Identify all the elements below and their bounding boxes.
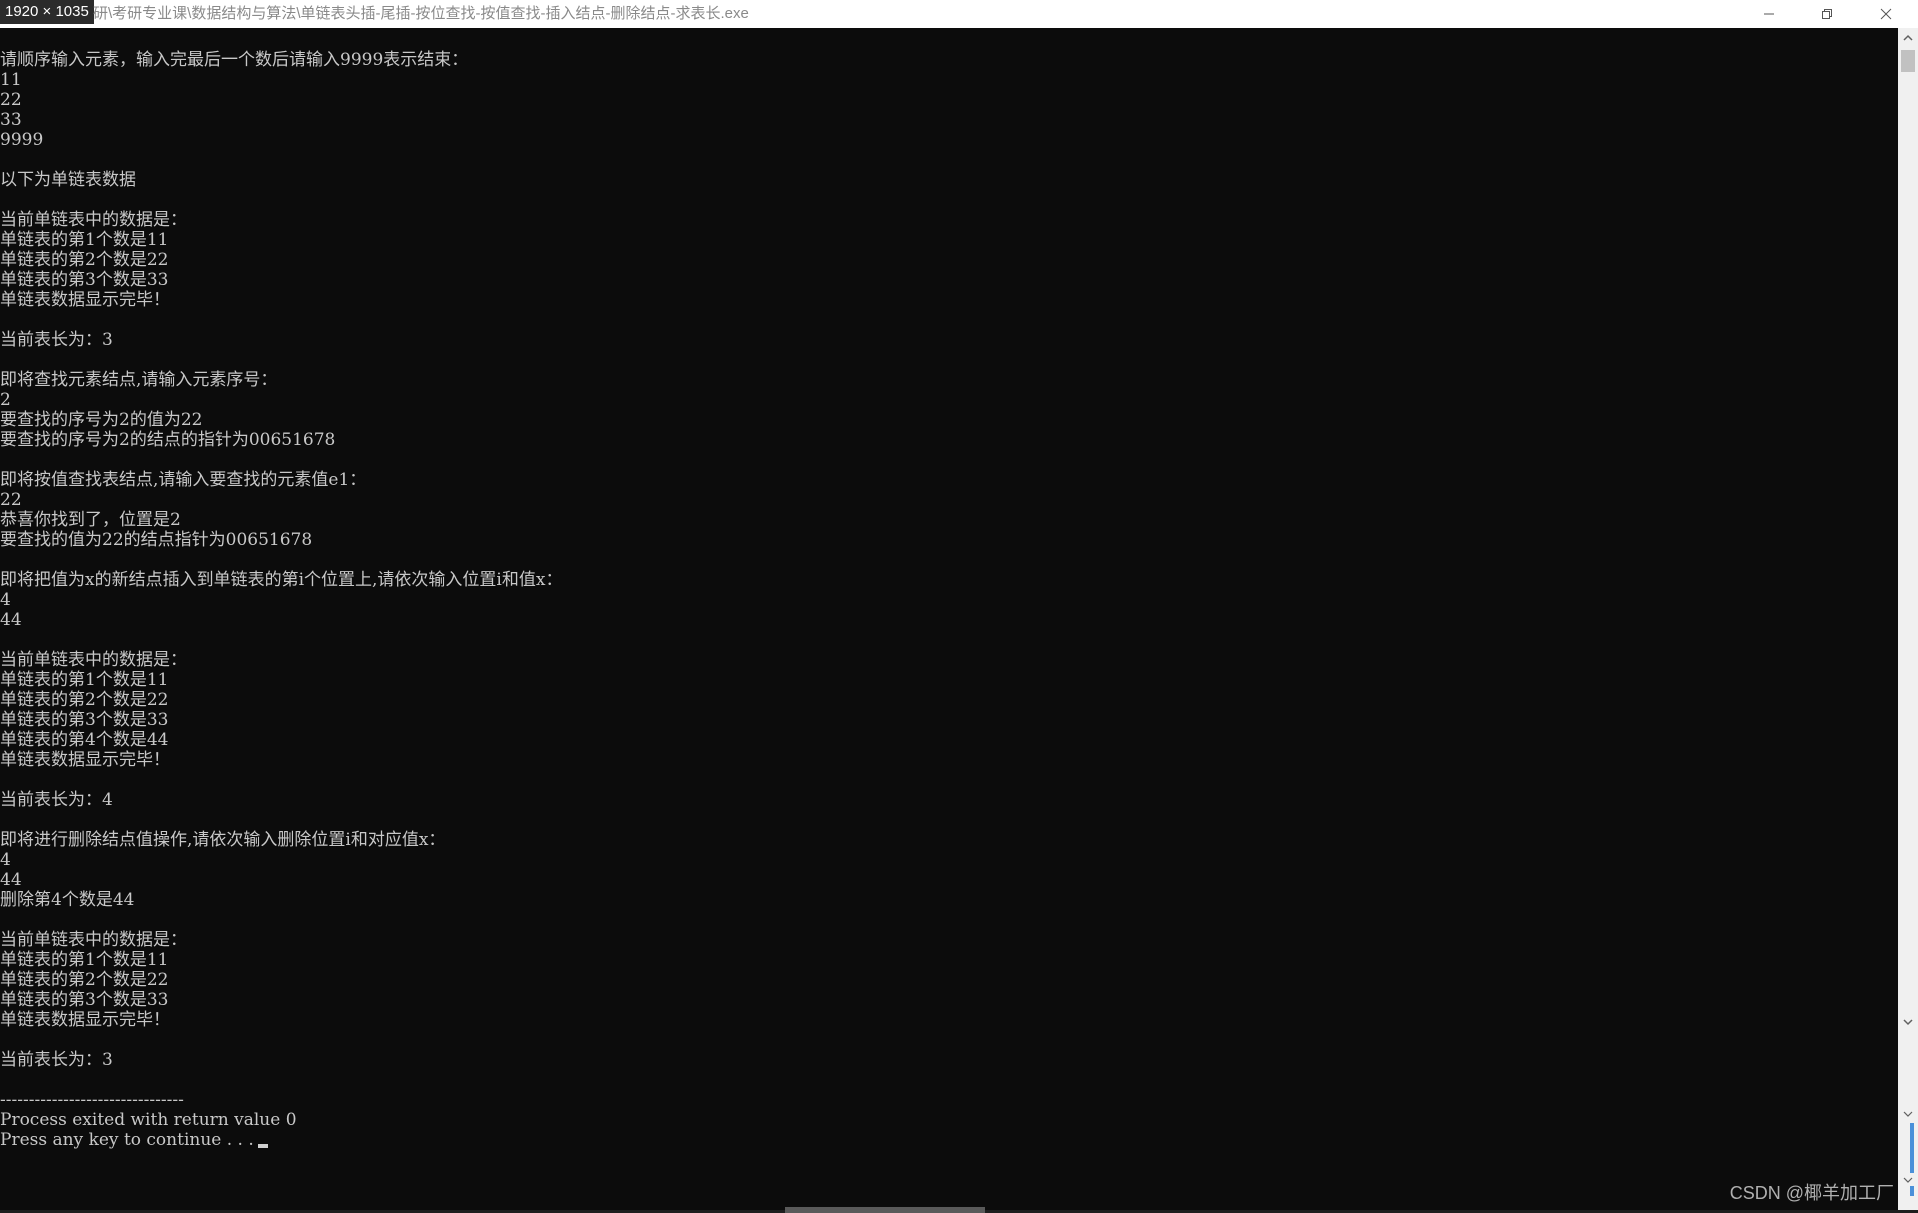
console-line: 即将查找元素结点,请输入元素序号： <box>0 370 278 390</box>
console-line: 当前表长为：3 <box>0 330 113 350</box>
console-line: 单链表的第1个数是11 <box>0 950 169 970</box>
console-line: 单链表的第2个数是22 <box>0 970 169 990</box>
console-line: 4 <box>0 850 11 870</box>
console-line: 要查找的序号为2的值为22 <box>0 410 203 430</box>
close-button[interactable] <box>1857 0 1915 28</box>
console-line: 单链表的第1个数是11 <box>0 670 169 690</box>
window-title: 研\考研专业课\数据结构与算法\单链表头插-尾插-按位查找-按值查找-插入结点-… <box>93 5 749 22</box>
console-line: 44 <box>0 610 22 630</box>
scroll-up-icon <box>1903 34 1913 41</box>
console-text: 请顺序输入元素，输入完最后一个数后请输入9999表示结束： 11 22 33 9999 以… <box>0 50 562 1150</box>
console-line: 11 <box>0 70 22 90</box>
console-line: 单链表数据显示完毕！ <box>0 1010 170 1030</box>
close-icon <box>1880 8 1892 20</box>
maximize-button[interactable] <box>1798 0 1856 28</box>
console-line: 即将按值查找表结点,请输入要查找的元素值e1： <box>0 470 367 490</box>
console-line: 44 <box>0 870 22 890</box>
console-line: -------------------------------- <box>0 1090 184 1110</box>
console-line: 单链表的第3个数是33 <box>0 710 169 730</box>
console-line: 恭喜你找到了，位置是2 <box>0 510 181 530</box>
console-line: 当前表长为：4 <box>0 790 113 810</box>
console-line: 当前表长为：3 <box>0 1050 113 1070</box>
scroll-up-button[interactable] <box>1898 28 1918 48</box>
dimensions-badge: 1920 × 1035 <box>0 0 94 24</box>
horizontal-scroll-thumb[interactable] <box>785 1207 985 1213</box>
console-line: 4 <box>0 590 11 610</box>
console-line: 以下为单链表数据 <box>0 170 136 190</box>
maximize-icon <box>1822 9 1832 19</box>
console-output[interactable]: 请顺序输入元素，输入完最后一个数后请输入9999表示结束： 11 22 33 9999 以… <box>0 28 1898 1210</box>
text-cursor <box>257 1144 268 1148</box>
watermark: CSDN @椰羊加工厂 <box>1729 1183 1894 1203</box>
console-line: 当前单链表中的数据是： <box>0 650 187 670</box>
console-line: 2 <box>0 390 11 410</box>
console-line: 22 <box>0 490 22 510</box>
console-line: 单链表数据显示完毕！ <box>0 290 170 310</box>
console-line: 33 <box>0 110 22 130</box>
console-line: 当前单链表中的数据是： <box>0 930 187 950</box>
console-line: 即将进行删除结点值操作,请依次输入删除位置i和对应值x： <box>0 830 446 850</box>
console-line: Press any key to continue . . . <box>0 1130 562 1150</box>
console-line: 单链表的第3个数是33 <box>0 990 169 1010</box>
minimize-icon <box>1764 13 1774 15</box>
vertical-scrollbar[interactable] <box>1898 28 1918 1210</box>
minimize-button[interactable] <box>1740 0 1798 28</box>
title-bar: 1920 × 1035 研\考研专业课\数据结构与算法\单链表头插-尾插-按位查… <box>0 0 1918 29</box>
scroll-thumb[interactable] <box>1901 50 1915 72</box>
scroll-mini-controls <box>1898 1068 1918 1198</box>
console-line: Process exited with return value 0 <box>0 1110 297 1130</box>
console-line: 要查找的序号为2的结点的指针为00651678 <box>0 430 336 450</box>
console-line: 22 <box>0 90 22 110</box>
scroll-down-icon <box>1903 1019 1913 1026</box>
console-line: 单链表的第2个数是22 <box>0 690 169 710</box>
console-line: 单链表的第4个数是44 <box>0 730 169 750</box>
console-line: 要查找的值为22的结点指针为00651678 <box>0 530 313 550</box>
console-line: 删除第4个数是44 <box>0 890 135 910</box>
console-line: 单链表的第2个数是22 <box>0 250 169 270</box>
console-line: 请顺序输入元素，输入完最后一个数后请输入9999表示结束： <box>0 50 469 70</box>
console-line: 即将把值为x的新结点插入到单链表的第i个位置上,请依次输入位置i和值x： <box>0 570 563 590</box>
console-line: 9999 <box>0 130 44 150</box>
console-line: 单链表的第1个数是11 <box>0 230 169 250</box>
console-line: 当前单链表中的数据是： <box>0 210 187 230</box>
console-line: 单链表数据显示完毕！ <box>0 750 170 770</box>
scroll-down-button[interactable] <box>1898 1012 1918 1032</box>
console-line: 单链表的第3个数是33 <box>0 270 169 290</box>
